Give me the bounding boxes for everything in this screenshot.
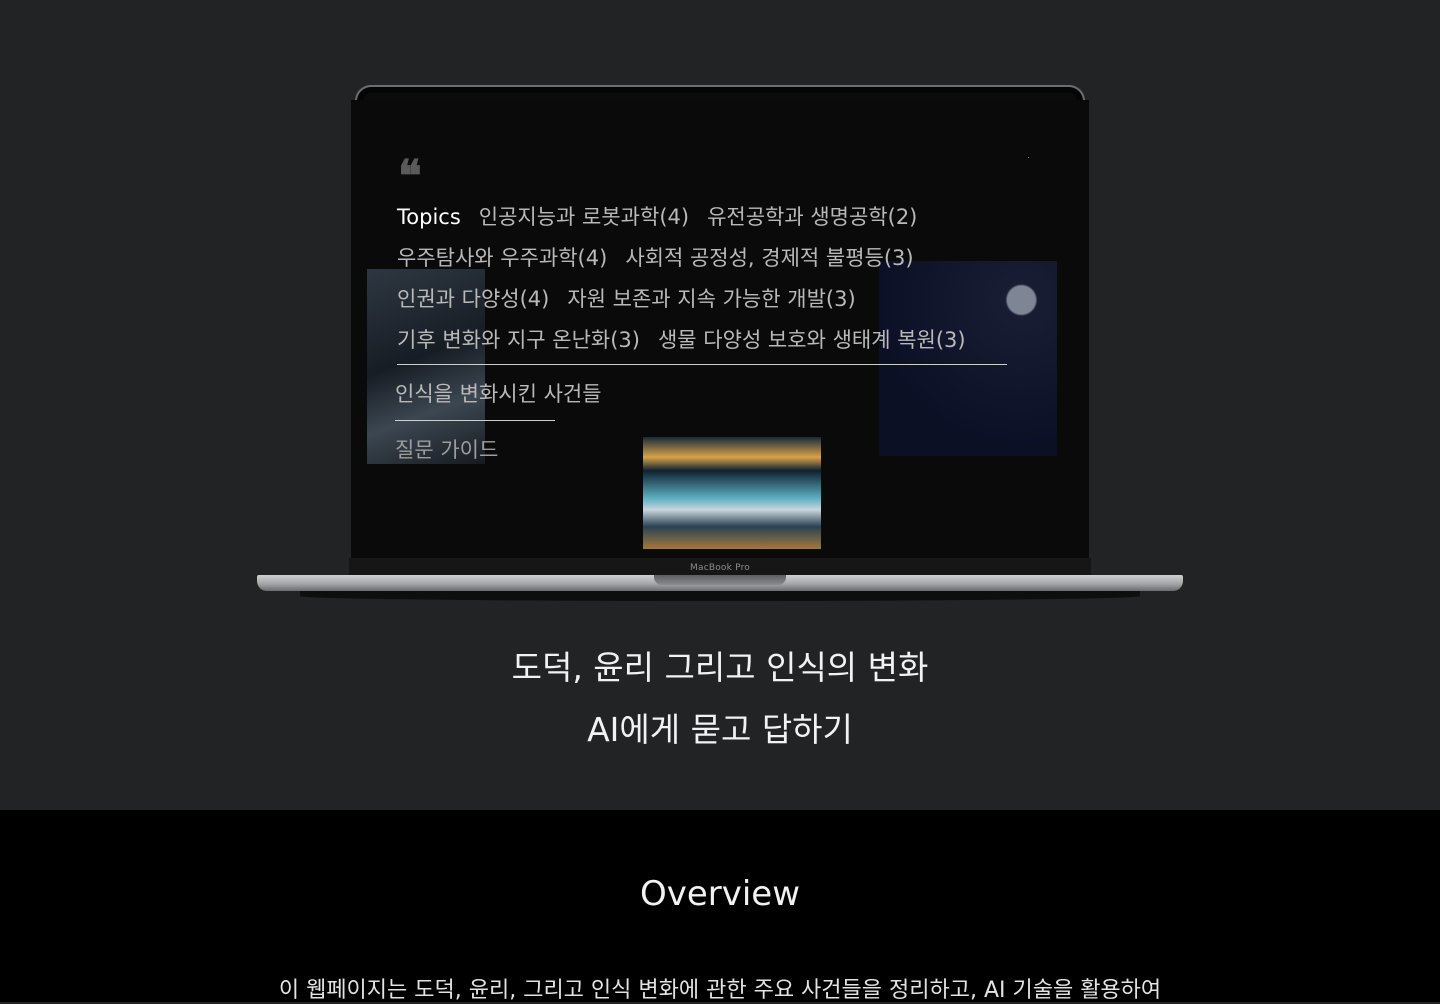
overview-text: 이 웹페이지는 도덕, 윤리, 그리고 인식 변화에 관한 주요 사건들을 정리… — [278, 978, 1162, 1003]
guide-link[interactable]: 질문 가이드 — [395, 434, 498, 464]
topic-link-ai-robotics[interactable]: 인공지능과 로봇과학(4) — [479, 205, 689, 229]
topic-link-space[interactable]: 우주탐사와 우주과학(4) — [397, 246, 607, 270]
topic-link-social-equity[interactable]: 사회적 공정성, 경제적 불평등(3) — [625, 246, 913, 270]
quote-icon: ❝ — [398, 151, 422, 202]
screen-dot — [1028, 157, 1029, 158]
topic-link-biodiversity[interactable]: 생물 다양성 보호와 생태계 복원(3) — [658, 328, 966, 352]
events-underline — [395, 420, 555, 421]
topics-divider — [397, 364, 1007, 365]
overview-section: Overview 이 웹페이지는 도덕, 윤리, 그리고 인식 변화에 관한 주… — [0, 810, 1440, 1003]
laptop-notch — [654, 575, 786, 585]
laptop-shadow — [300, 591, 1140, 601]
topic-link-climate[interactable]: 기후 변화와 지구 온난화(3) — [397, 328, 640, 352]
overview-title: Overview — [639, 874, 801, 914]
topic-link-sustainability[interactable]: 자원 보존과 지속 가능한 개발(3) — [567, 287, 855, 311]
events-link[interactable]: 인식을 변화시킨 사건들 — [395, 378, 602, 408]
hero-title: 도덕, 윤리 그리고 인식의 변화 — [511, 648, 929, 687]
topics-title: Topics — [397, 205, 461, 229]
topic-link-genetics[interactable]: 유전공학과 생명공학(2) — [707, 205, 917, 229]
device-brand-label: MacBook Pro — [690, 563, 750, 573]
tunnel-image — [643, 437, 821, 549]
topics-list: Topics 인공지능과 로봇과학(4) 유전공학과 생명공학(2) 우주탐사와 우… — [397, 197, 1037, 361]
laptop-screen: ❝ Topics 인공지능과 로봇과학(4) 유전공학과 생명공학(2) 우주탐사와… — [351, 100, 1089, 560]
hero-subtitle: AI에게 묻고 답하기 — [587, 710, 853, 749]
topic-link-human-rights[interactable]: 인권과 다양성(4) — [397, 287, 549, 311]
